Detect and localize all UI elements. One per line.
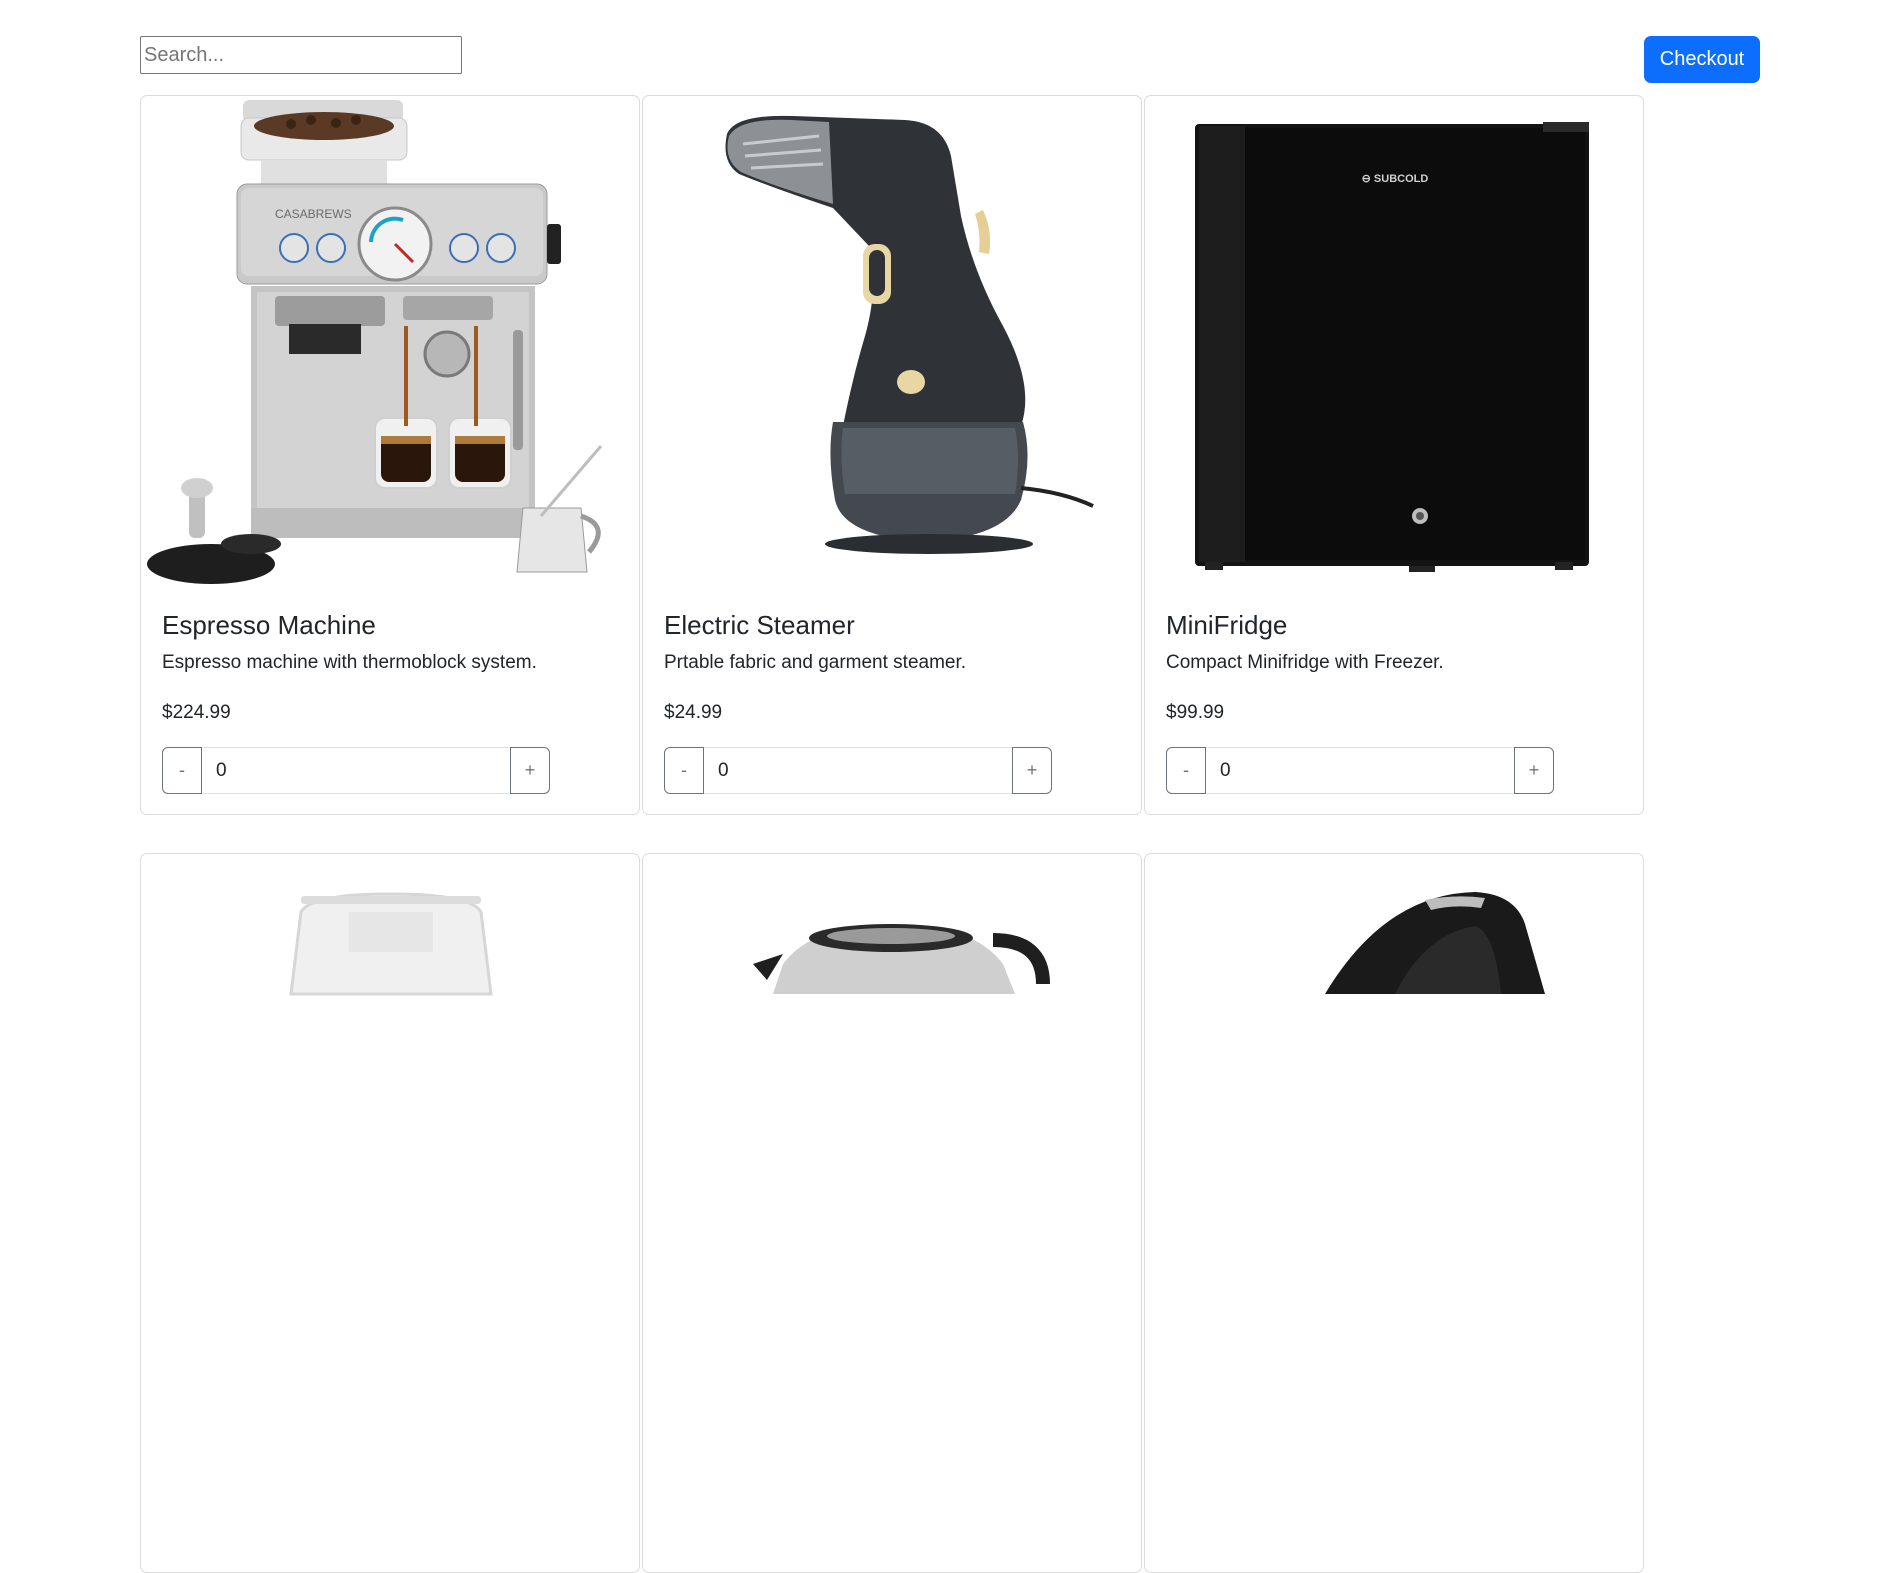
quantity-stepper: - + (162, 747, 550, 794)
product-image (141, 854, 639, 1352)
quantity-input[interactable] (1206, 747, 1514, 794)
product-description: Espresso machine with thermoblock system… (162, 652, 537, 673)
decrease-quantity-button[interactable]: - (1166, 747, 1206, 794)
garment-steamer-icon (725, 115, 1094, 554)
product-image-espresso-machine: CASABREWS (141, 96, 639, 594)
product-image (1145, 854, 1643, 1352)
product-price: $24.99 (664, 702, 723, 723)
product-card (140, 853, 640, 1573)
product-price: $99.99 (1166, 702, 1225, 723)
increase-quantity-button[interactable]: + (510, 747, 550, 794)
quantity-input[interactable] (202, 747, 510, 794)
product-title: Espresso Machine (162, 610, 376, 640)
product-image (643, 854, 1141, 1352)
minifridge-icon: ⊖ SUBCOLD (1195, 122, 1589, 572)
svg-text:CASABREWS: CASABREWS (275, 207, 352, 221)
kettle-icon (753, 924, 1050, 994)
quantity-input[interactable] (704, 747, 1012, 794)
increase-quantity-button[interactable]: + (1514, 747, 1554, 794)
product-title: MiniFridge (1166, 610, 1288, 640)
decrease-quantity-button[interactable]: - (664, 747, 704, 794)
product-card (1144, 853, 1644, 1573)
top-bar: Checkout (0, 0, 1901, 95)
svg-text:⊖ SUBCOLD: ⊖ SUBCOLD (1362, 173, 1429, 185)
product-price: $224.99 (162, 702, 231, 723)
checkout-button[interactable]: Checkout (1644, 36, 1760, 83)
product-description: Compact Minifridge with Freezer. (1166, 652, 1444, 673)
product-card: ⊖ SUBCOLD MiniFridge Compact Minifridge … (1144, 95, 1644, 815)
quantity-stepper: - + (1166, 747, 1554, 794)
product-description: Prtable fabric and garment steamer. (664, 652, 967, 673)
product-card (642, 853, 1142, 1573)
handheld-appliance-icon (1325, 892, 1545, 994)
product-title: Electric Steamer (664, 610, 855, 640)
product-image-minifridge: ⊖ SUBCOLD (1145, 96, 1643, 594)
product-image-electric-steamer (643, 96, 1141, 594)
increase-quantity-button[interactable]: + (1012, 747, 1052, 794)
decrease-quantity-button[interactable]: - (162, 747, 202, 794)
product-card: Electric Steamer Prtable fabric and garm… (642, 95, 1142, 815)
espresso-machine-icon: CASABREWS (147, 100, 603, 584)
product-card: CASABREWS Espresso Machine Espresso mach… (140, 95, 640, 815)
quantity-stepper: - + (664, 747, 1052, 794)
search-input[interactable] (140, 36, 462, 74)
blender-icon (289, 892, 493, 996)
